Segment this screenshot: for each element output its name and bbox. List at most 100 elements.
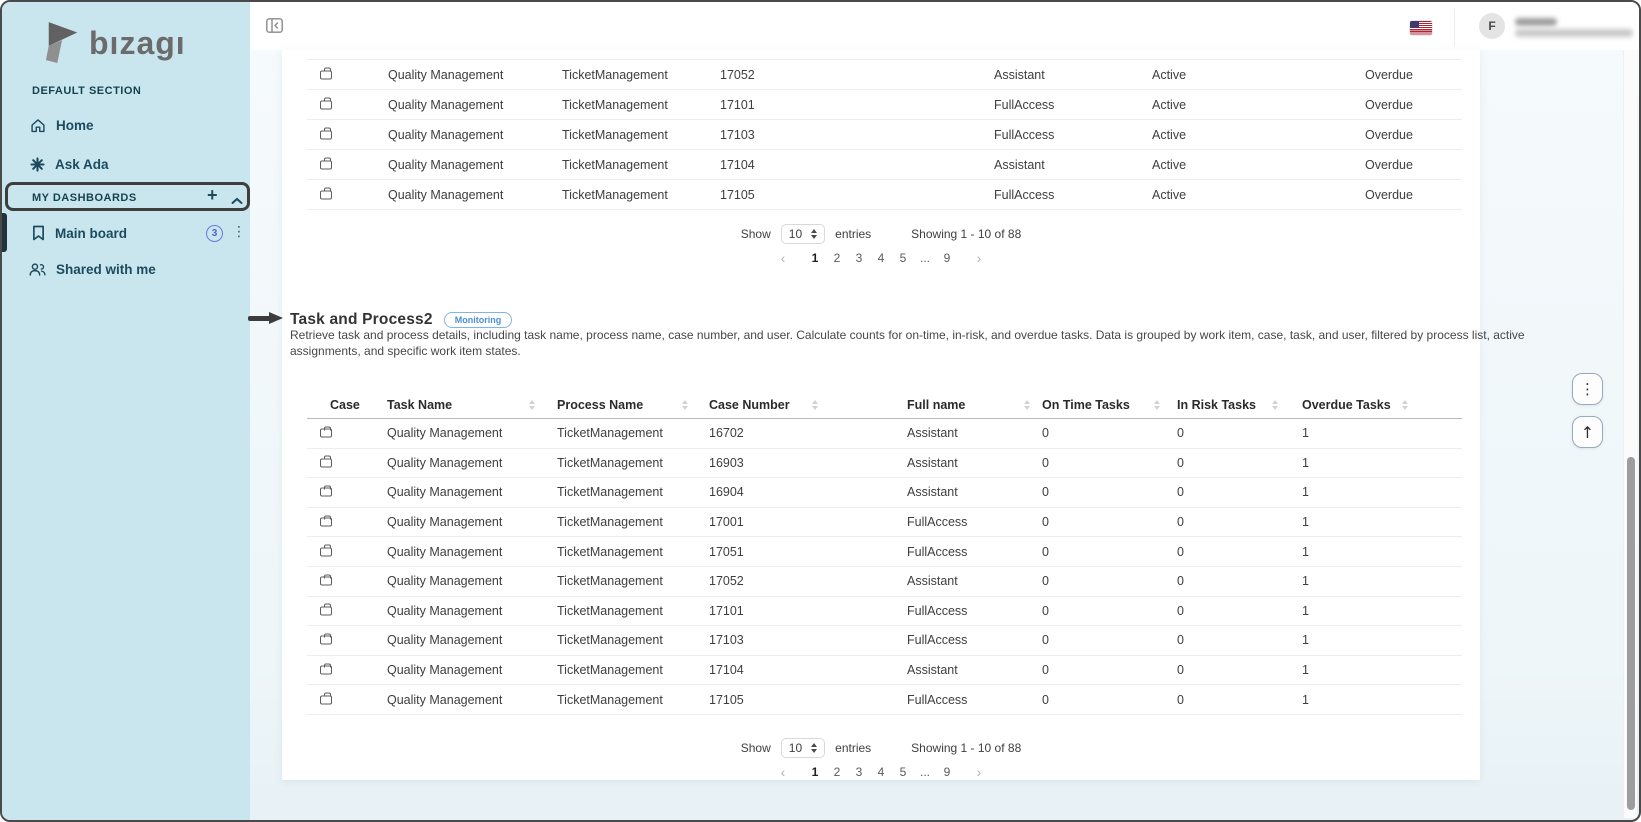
- page-size-select[interactable]: 10: [781, 224, 825, 244]
- table-row[interactable]: Quality Management TicketManagement 1710…: [307, 120, 1462, 150]
- cell-task-name: Quality Management: [388, 158, 503, 172]
- cell-case-number: 16903: [709, 456, 744, 470]
- widget-options-button[interactable]: ⋮: [1572, 373, 1603, 405]
- column-header-in-risk-tasks[interactable]: In Risk Tasks: [1177, 398, 1256, 412]
- column-header-case-number[interactable]: Case Number: [709, 398, 790, 412]
- show-label: Show: [741, 227, 771, 241]
- table-row[interactable]: Quality Management TicketManagement 1710…: [307, 150, 1462, 180]
- sparkle-icon: [30, 157, 45, 172]
- cell-process-name: TicketManagement: [562, 98, 668, 112]
- page-size-value: 10: [789, 741, 802, 755]
- show-label: Show: [741, 741, 771, 755]
- bizagi-logo: bızagı: [44, 20, 186, 66]
- cell-case-number: 17104: [720, 158, 755, 172]
- prev-page-button[interactable]: ‹: [776, 250, 790, 266]
- cell-overdue: 1: [1302, 633, 1309, 647]
- bizagi-logo-text: bızagı: [89, 25, 186, 62]
- page-size-select[interactable]: 10: [781, 738, 825, 758]
- scroll-to-top-button[interactable]: ↑: [1572, 416, 1603, 448]
- cell-full-name: FullAccess: [907, 604, 967, 618]
- cell-full-name: FullAccess: [994, 128, 1054, 142]
- table-row[interactable]: Quality Management TicketManagement 1700…: [307, 508, 1462, 538]
- cell-status: Overdue: [1365, 68, 1413, 82]
- sidebar-item-home[interactable]: Home: [30, 118, 94, 133]
- column-header-task-name[interactable]: Task Name: [387, 398, 452, 412]
- table-row[interactable]: Quality Management TicketManagement 1690…: [307, 478, 1462, 508]
- page-button[interactable]: 4: [874, 765, 888, 779]
- sidebar-item-label: Shared with me: [56, 262, 156, 277]
- sort-icon[interactable]: [529, 400, 536, 410]
- table-row[interactable]: Quality Management TicketManagement 1710…: [307, 597, 1462, 627]
- case-icon: [320, 190, 332, 199]
- sort-icon[interactable]: [1272, 400, 1279, 410]
- entries-label: entries: [835, 227, 871, 241]
- table-row[interactable]: Quality Management TicketManagement 1705…: [307, 567, 1462, 597]
- case-icon: [320, 429, 332, 438]
- cell-state: Active: [1152, 188, 1186, 202]
- sort-icon[interactable]: [812, 400, 819, 410]
- cell-case-number: 17104: [709, 663, 744, 677]
- table-row[interactable]: Quality Management TicketManagement 1705…: [307, 60, 1462, 90]
- cell-task-name: Quality Management: [387, 663, 502, 677]
- page-button[interactable]: 2: [830, 765, 844, 779]
- table-row[interactable]: Quality Management TicketManagement 1710…: [307, 685, 1462, 715]
- sidebar-item-main-board[interactable]: Main board: [32, 225, 127, 241]
- cell-in-risk: 0: [1177, 663, 1184, 677]
- page-button[interactable]: 1: [808, 251, 822, 265]
- table-row[interactable]: Quality Management TicketManagement 1710…: [307, 90, 1462, 120]
- table-row[interactable]: Quality Management TicketManagement 1710…: [307, 626, 1462, 656]
- sort-icon[interactable]: [1024, 400, 1031, 410]
- sort-icon[interactable]: [1154, 400, 1161, 410]
- table-row[interactable]: Quality Management TicketManagement 1710…: [307, 656, 1462, 686]
- page-button[interactable]: 4: [874, 251, 888, 265]
- cell-process-name: TicketManagement: [557, 604, 663, 618]
- case-icon: [320, 518, 332, 527]
- page-button[interactable]: 9: [940, 251, 954, 265]
- collapse-sidebar-icon[interactable]: [266, 18, 283, 38]
- cell-case-number: 17052: [709, 574, 744, 588]
- up-arrow-icon: ↑: [1581, 423, 1594, 442]
- page-button[interactable]: 3: [852, 765, 866, 779]
- page-button[interactable]: 1: [808, 765, 822, 779]
- table-row[interactable]: Quality Management TicketManagement 1710…: [307, 180, 1462, 210]
- cell-full-name: Assistant: [907, 426, 958, 440]
- cell-state: Active: [1152, 68, 1186, 82]
- user-avatar[interactable]: F: [1479, 13, 1505, 39]
- sort-icon[interactable]: [1402, 400, 1409, 410]
- cell-in-risk: 0: [1177, 515, 1184, 529]
- cell-in-risk: 0: [1177, 693, 1184, 707]
- column-header-on-time-tasks[interactable]: On Time Tasks: [1042, 398, 1130, 412]
- table-row[interactable]: Quality Management TicketManagement 1705…: [307, 537, 1462, 567]
- table-row[interactable]: Quality Management TicketManagement 1670…: [307, 419, 1462, 449]
- vertical-scrollbar-track[interactable]: [1623, 50, 1637, 818]
- main-board-menu-icon[interactable]: ⋮: [232, 224, 246, 240]
- language-flag-us-icon[interactable]: [1410, 21, 1432, 35]
- cell-on-time: 0: [1042, 485, 1049, 499]
- case-icon: [320, 577, 332, 586]
- home-icon: [30, 118, 46, 133]
- vertical-scrollbar-thumb[interactable]: [1627, 457, 1635, 810]
- collapse-dashboards-chevron-up-icon[interactable]: [231, 192, 243, 210]
- monitoring-badge: Monitoring: [444, 312, 513, 328]
- prev-page-button[interactable]: ‹: [776, 764, 790, 780]
- column-header-overdue-tasks[interactable]: Overdue Tasks: [1302, 398, 1391, 412]
- table-row[interactable]: Quality Management TicketManagement 1690…: [307, 449, 1462, 479]
- column-header-full-name[interactable]: Full name: [907, 398, 965, 412]
- page-button[interactable]: 2: [830, 251, 844, 265]
- cell-process-name: TicketManagement: [557, 426, 663, 440]
- cell-state: Active: [1152, 158, 1186, 172]
- sidebar-item-shared-with-me[interactable]: Shared with me: [29, 262, 156, 277]
- page-button[interactable]: 9: [940, 765, 954, 779]
- next-page-button[interactable]: ›: [972, 250, 986, 266]
- add-dashboard-button[interactable]: +: [207, 186, 218, 204]
- next-page-button[interactable]: ›: [972, 764, 986, 780]
- column-header-process-name[interactable]: Process Name: [557, 398, 643, 412]
- column-header-case[interactable]: Case: [330, 398, 360, 412]
- cell-on-time: 0: [1042, 633, 1049, 647]
- page-button[interactable]: 5: [896, 251, 910, 265]
- page-button[interactable]: 3: [852, 251, 866, 265]
- page-ellipsis: ...: [918, 251, 932, 265]
- sort-icon[interactable]: [682, 400, 689, 410]
- page-button[interactable]: 5: [896, 765, 910, 779]
- sidebar-item-ask-ada[interactable]: Ask Ada: [30, 157, 109, 172]
